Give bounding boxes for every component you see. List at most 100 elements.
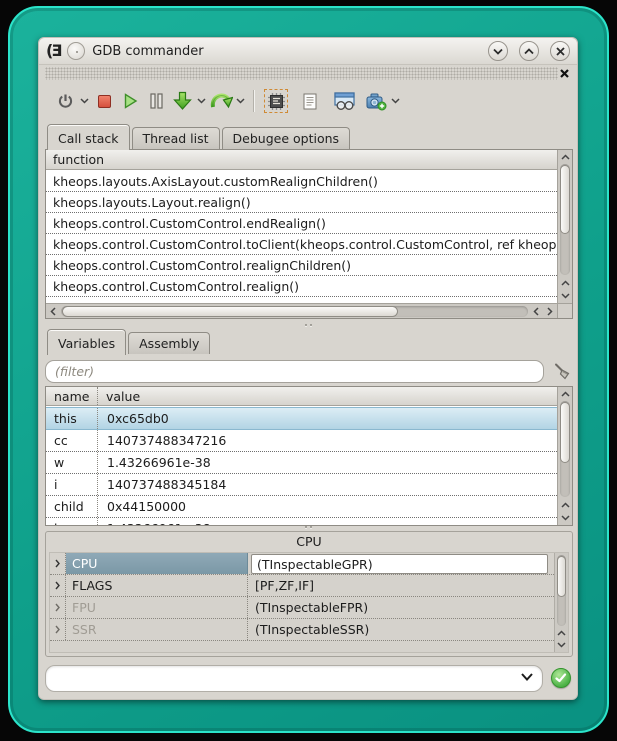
- tab-assembly[interactable]: Assembly: [128, 332, 210, 354]
- minimize-button[interactable]: [488, 41, 508, 61]
- add-watch-button[interactable]: [363, 88, 389, 114]
- register-value: [PF,ZF,IF]: [248, 575, 554, 596]
- stop-button[interactable]: [91, 88, 117, 114]
- scroll-left-button-2[interactable]: [529, 304, 543, 318]
- tab-thread-list[interactable]: Thread list: [132, 127, 220, 149]
- step-over-dropdown[interactable]: [234, 88, 247, 114]
- chevron-up-icon: [561, 391, 570, 397]
- scroll-thumb[interactable]: [557, 556, 566, 597]
- titlebar[interactable]: (Ǝ GDB commander: [39, 38, 577, 65]
- pause-button[interactable]: [143, 88, 169, 114]
- callstack-vscrollbar[interactable]: [557, 150, 572, 303]
- dock-close-button[interactable]: [558, 67, 571, 80]
- debug-toolbar: [39, 82, 577, 120]
- scroll-up-button-2[interactable]: [558, 498, 572, 512]
- step-over-button[interactable]: [208, 88, 234, 114]
- variable-value: 1.43266961e-38: [98, 518, 557, 525]
- scroll-track[interactable]: [61, 306, 528, 317]
- clear-filter-button[interactable]: [551, 360, 573, 382]
- variable-value: 140737488347216: [98, 430, 557, 451]
- scroll-thumb[interactable]: [62, 306, 398, 317]
- scroll-thumb[interactable]: [560, 402, 570, 463]
- scroll-down-button[interactable]: [558, 511, 572, 525]
- watches-button[interactable]: [331, 88, 357, 114]
- window-menu-button[interactable]: [67, 42, 85, 60]
- variable-value: 0xc65db0: [98, 408, 557, 429]
- step-into-dropdown[interactable]: [195, 88, 208, 114]
- variables-table: name value this 0xc65db0 cc 140737488347…: [45, 386, 573, 526]
- scroll-up-button-2[interactable]: [558, 276, 572, 290]
- chevron-up-icon: [561, 154, 570, 160]
- command-input[interactable]: [54, 668, 512, 689]
- scroll-up-button[interactable]: [558, 150, 572, 164]
- column-name: name: [46, 387, 98, 405]
- callstack-column-header: function: [46, 150, 557, 170]
- variable-row[interactable]: cc 140737488347216: [46, 430, 557, 452]
- callstack-tabbar: Call stack Thread list Debugee options: [45, 124, 573, 149]
- close-button[interactable]: [550, 41, 570, 61]
- step-into-button[interactable]: [169, 88, 195, 114]
- filter-input[interactable]: [45, 360, 544, 383]
- register-row[interactable]: CPU: [50, 553, 554, 575]
- variable-value: 140737488345184: [98, 474, 557, 495]
- splitter-handle[interactable]: [301, 524, 315, 530]
- scroll-track[interactable]: [560, 401, 570, 497]
- scroll-down-button[interactable]: [555, 638, 568, 652]
- register-value-editor[interactable]: [251, 554, 548, 574]
- step-over-icon: [210, 91, 233, 111]
- run-button[interactable]: [117, 88, 143, 114]
- chevron-down-icon: [493, 48, 503, 55]
- combo-dropdown-button[interactable]: [521, 673, 533, 681]
- scroll-track[interactable]: [557, 555, 566, 626]
- chevron-down-icon: [80, 98, 89, 104]
- scroll-track[interactable]: [560, 164, 570, 275]
- chevron-up-icon: [524, 48, 534, 55]
- variable-value: 1.43266961e-38: [98, 452, 557, 473]
- variables-vscrollbar[interactable]: [557, 387, 572, 525]
- expander-icon[interactable]: [50, 553, 66, 574]
- register-name: CPU: [66, 553, 248, 574]
- show-log-button[interactable]: [297, 88, 323, 114]
- power-button[interactable]: [52, 88, 78, 114]
- variable-row[interactable]: this 0xc65db0: [46, 407, 557, 430]
- maximize-button[interactable]: [519, 41, 539, 61]
- add-watch-dropdown[interactable]: [389, 88, 402, 114]
- register-row[interactable]: FLAGS [PF,ZF,IF]: [50, 575, 554, 597]
- expander-icon[interactable]: [50, 575, 66, 596]
- variable-row[interactable]: child 0x44150000: [46, 496, 557, 518]
- callstack-row[interactable]: kheops.layouts.Layout.realign(): [46, 192, 557, 213]
- scroll-left-button[interactable]: [46, 304, 60, 318]
- register-value: (TInspectableFPR): [248, 597, 554, 618]
- power-dropdown[interactable]: [78, 88, 91, 114]
- gdb-commander-window: (Ǝ GDB commander: [38, 37, 578, 700]
- callstack-row[interactable]: kheops.control.CustomControl.toClient(kh…: [46, 234, 557, 255]
- callstack-hscrollbar[interactable]: [46, 303, 557, 318]
- scroll-thumb[interactable]: [560, 165, 570, 234]
- variable-row[interactable]: w 1.43266961e-38: [46, 452, 557, 474]
- callstack-row[interactable]: kheops.control.CustomControl.realign(): [46, 276, 557, 297]
- callstack-row[interactable]: kheops.control.CustomControl.endRealign(…: [46, 213, 557, 234]
- command-combobox[interactable]: [45, 665, 543, 692]
- execute-command-button[interactable]: [551, 668, 571, 688]
- register-row[interactable]: FPU (TInspectableFPR): [50, 597, 554, 619]
- variables-rows: this 0xc65db0 cc 140737488347216 w 1.432…: [46, 407, 557, 525]
- expander-icon[interactable]: [50, 597, 66, 618]
- expander-icon[interactable]: [50, 619, 66, 640]
- scroll-up-button[interactable]: [558, 387, 572, 401]
- splitter-handle[interactable]: [301, 322, 315, 328]
- chevron-up-icon: [561, 502, 570, 508]
- tab-debugee-options[interactable]: Debugee options: [222, 127, 351, 149]
- cpu-vscrollbar[interactable]: [554, 553, 568, 652]
- dock-title-strip[interactable]: [45, 67, 571, 80]
- scroll-right-button[interactable]: [543, 304, 557, 318]
- broom-icon: [553, 362, 572, 381]
- register-row[interactable]: SSR (TInspectableSSR): [50, 619, 554, 641]
- tab-variables[interactable]: Variables: [47, 329, 126, 355]
- callstack-row[interactable]: kheops.control.CustomControl.realignChil…: [46, 255, 557, 276]
- tab-call-stack[interactable]: Call stack: [47, 124, 130, 150]
- scroll-down-button[interactable]: [558, 289, 572, 303]
- chevron-down-icon: [561, 293, 570, 299]
- variable-row[interactable]: i 140737488345184: [46, 474, 557, 496]
- show-registers-button[interactable]: [263, 88, 289, 114]
- callstack-row[interactable]: kheops.layouts.AxisLayout.customRealignC…: [46, 171, 557, 192]
